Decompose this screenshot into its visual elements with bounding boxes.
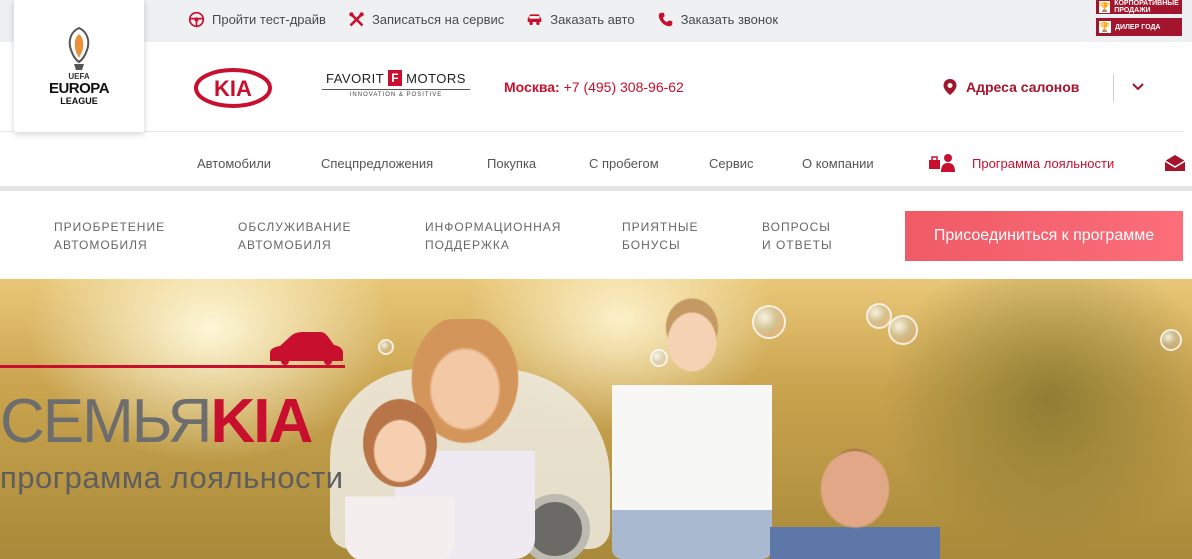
nav-item-cars[interactable]: Автомобили <box>197 156 271 171</box>
kia-logo-text: KIA <box>214 76 252 101</box>
join-program-button[interactable]: Присоединиться к программе <box>905 211 1183 261</box>
soap-bubble <box>888 315 918 345</box>
order-car-link[interactable]: Заказать авто <box>526 11 635 28</box>
trophy-icon: 🏆 <box>1099 21 1111 33</box>
europa-title-text: EUROPA <box>48 80 110 97</box>
favorit-divider <box>322 89 470 90</box>
car-icon <box>527 13 542 25</box>
subnav-info-support-line2: ПОДДЕРЖКА <box>425 238 510 252</box>
salon-addresses-link[interactable]: Адреса салонов <box>942 78 1079 96</box>
top-actions: Пройти тест-драйв Записаться на сервис З… <box>188 0 778 38</box>
page: Пройти тест-драйв Записаться на сервис З… <box>0 0 1192 559</box>
favorit-name-right: MOTORS <box>406 70 466 86</box>
chevron-down-icon[interactable] <box>1131 80 1145 94</box>
location-pin-icon <box>943 79 957 95</box>
favorit-name-left: FAVORIT <box>326 70 385 86</box>
soap-bubble <box>1160 329 1182 351</box>
subnav-bonuses[interactable]: ПРИЯТНЫЕ БОНУСЫ <box>622 218 699 254</box>
nav-item-used[interactable]: С пробегом <box>589 156 659 171</box>
mail-icon[interactable] <box>1164 154 1186 172</box>
header-divider <box>1113 74 1114 102</box>
sub-nav: ПРИОБРЕТЕНИЕ АВТОМОБИЛЯ ОБСЛУЖИВАНИЕ АВТ… <box>0 191 1192 279</box>
main-nav: Автомобили Спецпредложения Покупка С про… <box>0 146 1192 182</box>
hero-banner: СЕМЬЯKIA программа лояльности <box>0 279 1192 559</box>
subnav-maintenance[interactable]: ОБСЛУЖИВАНИЕ АВТОМОБИЛЯ <box>238 218 351 254</box>
phone-block[interactable]: Москва: +7 (495) 308-96-62 <box>504 79 684 95</box>
favorit-name: FAVORIT F MOTORS <box>326 70 466 86</box>
subnav-faq-line1: ВОПРОСЫ <box>762 220 831 234</box>
subnav-purchase[interactable]: ПРИОБРЕТЕНИЕ АВТОМОБИЛЯ <box>54 218 165 254</box>
award-dealer-of-year: 🏆 ДИЛЕР ГОДА <box>1096 18 1182 36</box>
europa-league-logo: UEFA EUROPA LEAGUE <box>48 26 110 106</box>
nav-item-about[interactable]: О компании <box>802 156 874 171</box>
europa-league-text: LEAGUE <box>60 96 98 106</box>
order-call-label: Заказать звонок <box>680 11 779 27</box>
subnav-faq[interactable]: ВОПРОСЫ И ОТВЕТЫ <box>762 218 833 254</box>
nav-item-loyalty[interactable]: Программа лояльности <box>972 156 1114 171</box>
subnav-purchase-line1: ПРИОБРЕТЕНИЕ <box>54 220 166 234</box>
order-call-link[interactable]: Заказать звонок <box>657 11 778 28</box>
test-drive-label: Пройти тест-драйв <box>212 11 326 27</box>
hero-girl-figure <box>345 391 455 559</box>
favorit-motors-logo[interactable]: FAVORIT F MOTORS INNOVATION & POSITIVE <box>322 70 470 98</box>
nav-item-service[interactable]: Сервис <box>709 156 754 171</box>
europa-cup-icon <box>68 26 90 70</box>
phone-city: Москва: <box>504 79 560 95</box>
salon-addresses-label: Адреса салонов <box>966 79 1080 95</box>
kia-logo[interactable]: KIA <box>194 68 272 108</box>
favorit-f-mark: F <box>388 70 403 86</box>
award-corporate-label: КОРПОРАТИВНЫЕ ПРОДАЖИ <box>1114 0 1179 14</box>
hero-car-icon <box>270 332 343 365</box>
hero-boy-figure <box>612 287 772 559</box>
service-booking-label: Записаться на сервис <box>371 11 505 27</box>
tools-icon <box>349 11 364 26</box>
subnav-purchase-line2: АВТОМОБИЛЯ <box>54 238 148 252</box>
subnav-faq-line2: И ОТВЕТЫ <box>762 238 833 252</box>
subnav-bonuses-line1: ПРИЯТНЫЕ <box>622 220 699 234</box>
header: KIA FAVORIT F MOTORS INNOVATION & POSITI… <box>0 42 1184 132</box>
phone-icon <box>658 12 672 26</box>
award-corporate: 🏆 КОРПОРАТИВНЫЕ ПРОДАЖИ <box>1096 0 1182 14</box>
subnav-bonuses-line2: БОНУСЫ <box>622 238 681 252</box>
trophy-icon: 🏆 <box>1099 1 1111 13</box>
nav-item-special-offers[interactable]: Спецпредложения <box>321 156 433 171</box>
hero-red-line <box>0 365 345 368</box>
subnav-maintenance-line1: ОБСЛУЖИВАНИЕ <box>238 220 352 234</box>
subnav-maintenance-line2: АВТОМОБИЛЯ <box>238 238 332 252</box>
soap-bubble <box>650 349 668 367</box>
soap-bubble <box>752 305 786 339</box>
hero-title-kia: KIA <box>210 387 313 456</box>
order-car-label: Заказать авто <box>550 11 635 27</box>
loyalty-people-icon <box>929 154 955 172</box>
europa-league-badge[interactable]: UEFA EUROPA LEAGUE <box>14 0 144 132</box>
awards: 🏆 КОРПОРАТИВНЫЕ ПРОДАЖИ 🏆 ДИЛЕР ГОДА <box>1096 0 1182 36</box>
test-drive-link[interactable]: Пройти тест-драйв <box>188 11 326 28</box>
favorit-tagline: INNOVATION & POSITIVE <box>349 92 443 98</box>
steering-wheel-icon <box>188 11 205 27</box>
hero-title-family: СЕМЬЯ <box>0 387 212 456</box>
hero-title: СЕМЬЯKIA <box>0 391 313 453</box>
soap-bubble <box>378 339 394 355</box>
nav-item-purchase[interactable]: Покупка <box>487 156 536 171</box>
subnav-info-support[interactable]: ИНФОРМАЦИОННАЯ ПОДДЕРЖКА <box>425 218 561 254</box>
hero-subtitle: программа лояльности <box>0 460 344 495</box>
hero-man-figure <box>770 429 940 559</box>
top-bar: Пройти тест-драйв Записаться на сервис З… <box>0 0 1192 42</box>
service-booking-link[interactable]: Записаться на сервис <box>348 11 504 28</box>
award-dealer-label: ДИЛЕР ГОДА <box>1115 23 1161 31</box>
subnav-info-support-line1: ИНФОРМАЦИОННАЯ <box>425 220 562 234</box>
phone-number: +7 (495) 308-96-62 <box>563 79 684 95</box>
